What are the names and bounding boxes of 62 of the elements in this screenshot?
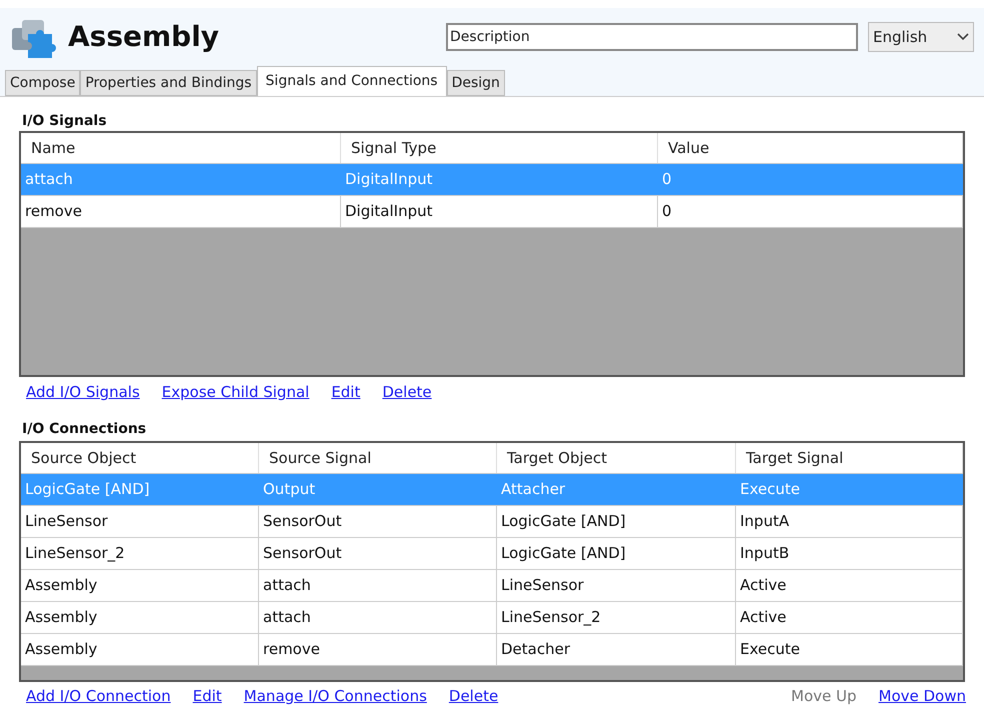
table-cell: DigitalInput [341, 164, 658, 195]
table-cell: Output [259, 474, 497, 505]
table-cell: LogicGate [AND] [497, 538, 736, 569]
table-cell: attach [21, 164, 341, 195]
table-cell: remove [21, 196, 341, 227]
table-row[interactable]: Assembly attach LineSensor Active [21, 570, 963, 602]
table-cell: SensorOut [259, 506, 497, 537]
table-cell: LineSensor_2 [21, 538, 259, 569]
link[interactable]: Add I/O Connection [26, 685, 171, 705]
table-cell: SensorOut [259, 538, 497, 569]
column-header[interactable]: Target Object [497, 443, 736, 473]
table-cell: Execute [736, 474, 963, 505]
table-row[interactable]: Assembly attach LineSensor_2 Active [21, 602, 963, 634]
link[interactable]: Manage I/O Connections [244, 685, 427, 705]
description-field[interactable]: Description [446, 23, 858, 51]
column-header[interactable]: Source Signal [259, 443, 497, 473]
column-header[interactable]: Target Signal [736, 443, 963, 473]
link[interactable]: Delete [382, 381, 432, 403]
link[interactable]: Delete [448, 685, 498, 705]
section-title: I/O Signals [22, 112, 108, 131]
column-header[interactable]: Source Object [21, 443, 259, 473]
table-cell: 0 [658, 196, 963, 227]
link[interactable]: Edit [192, 685, 222, 705]
table-cell: DigitalInput [341, 196, 658, 227]
section-title: I/O Connections [22, 420, 148, 439]
tab[interactable]: Compose [5, 70, 80, 96]
table-cell: Active [736, 570, 963, 601]
tab[interactable]: Properties and Bindings [80, 70, 257, 96]
table-cell: LineSensor [21, 506, 259, 537]
table-cell: Assembly [21, 570, 259, 601]
link[interactable]: Edit [331, 381, 360, 403]
link[interactable]: Move Down [878, 685, 966, 705]
link[interactable]: Add I/O Signals [26, 381, 140, 403]
table-row[interactable]: remove DigitalInput 0 [21, 196, 963, 228]
table-cell: InputA [736, 506, 963, 537]
table-cell: attach [259, 570, 497, 601]
table-row[interactable]: Assembly remove Detacher Execute [21, 634, 963, 666]
table-cell: Attacher [497, 474, 736, 505]
column-header[interactable]: Name [21, 133, 341, 163]
tab[interactable]: Signals and Connections [256, 66, 447, 96]
table-cell: InputB [736, 538, 963, 569]
table-cell: remove [259, 634, 497, 665]
table-cell: LogicGate [AND] [497, 506, 736, 537]
page-title: Assembly [68, 19, 220, 55]
table-row[interactable]: LineSensor_2 SensorOut LogicGate [AND] InputB [21, 538, 963, 570]
table-cell: Assembly [21, 634, 259, 665]
tab[interactable]: Design [446, 70, 505, 96]
table-cell: Assembly [21, 602, 259, 633]
table-cell: 0 [658, 164, 963, 195]
table-cell: attach [259, 602, 497, 633]
table-cell: Active [736, 602, 963, 633]
column-header[interactable]: Value [658, 133, 963, 163]
table-row[interactable]: LineSensor SensorOut LogicGate [AND] InputA [21, 506, 963, 538]
link[interactable]: Expose Child Signal [162, 381, 310, 403]
language-dropdown[interactable]: English [868, 22, 974, 52]
chevron-down-icon [957, 33, 969, 41]
table-cell: LineSensor [497, 570, 736, 601]
table-cell: LogicGate [AND] [21, 474, 259, 505]
table-cell: LineSensor_2 [497, 602, 736, 633]
table-cell: Execute [736, 634, 963, 665]
table-cell: Detacher [497, 634, 736, 665]
column-header[interactable]: Signal Type [341, 133, 658, 163]
